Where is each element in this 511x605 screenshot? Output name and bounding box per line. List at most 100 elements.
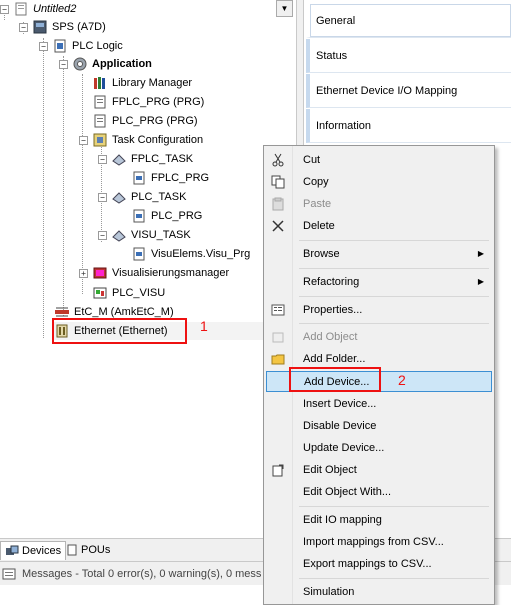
tree-label: PLC_PRG <box>151 210 203 222</box>
tree-node-plc-visu[interactable]: PLC_VISU <box>92 284 165 302</box>
menu-item-simulation[interactable]: Simulation <box>266 581 492 602</box>
visualization-icon <box>92 285 108 301</box>
tab-pous[interactable]: POUs <box>62 541 114 559</box>
menu-item-refactoring[interactable]: Refactoring ▶ <box>266 271 492 292</box>
menu-label: Properties... <box>303 303 363 316</box>
collapse-icon[interactable]: − <box>39 41 48 51</box>
menu-label: Update Device... <box>303 441 385 454</box>
menu-label: Browse <box>303 247 340 260</box>
menu-label: Paste <box>303 197 332 210</box>
tab-general[interactable]: General <box>306 4 511 38</box>
menu-item-add-folder[interactable]: Add Folder... <box>266 348 492 369</box>
task-icon <box>111 151 127 167</box>
tree-node-sps[interactable]: − SPS (A7D) <box>19 18 106 36</box>
collapse-icon[interactable]: − <box>59 59 68 69</box>
annotation-number-1: 1 <box>200 318 208 334</box>
tree-node-visu-task[interactable]: − VISU_TASK <box>98 226 191 244</box>
tab-label: POUs <box>81 544 111 556</box>
menu-item-edit-object-with[interactable]: Edit Object With... <box>266 481 492 502</box>
tab-ethernet-device-io-mapping[interactable]: Ethernet Device I/O Mapping <box>306 74 511 108</box>
menu-item-paste[interactable]: Paste <box>266 193 492 214</box>
tree-node-library-manager[interactable]: Library Manager <box>92 74 192 92</box>
tree-label: Untitled2 <box>33 3 77 15</box>
menu-item-browse[interactable]: Browse ▶ <box>266 243 492 264</box>
tab-information[interactable]: Information <box>306 109 511 143</box>
folder-icon <box>266 348 290 369</box>
properties-icon <box>266 299 290 320</box>
menu-separator <box>299 268 489 269</box>
collapse-icon[interactable]: − <box>98 192 107 202</box>
scissors-icon <box>266 149 290 170</box>
tree-node-fplc-prg-call[interactable]: FPLC_PRG <box>131 169 209 187</box>
tab-devices[interactable]: Devices <box>0 541 67 560</box>
annotation-number-2: 2 <box>398 372 406 388</box>
collapse-icon[interactable]: − <box>98 154 107 164</box>
pous-icon <box>66 544 78 556</box>
tree-node-plc-task[interactable]: − PLC_TASK <box>98 188 186 206</box>
menu-label: Delete <box>303 219 335 232</box>
visualization-manager-icon <box>92 265 108 281</box>
tab-label: Status <box>316 49 348 62</box>
tree-label: Visualisierungsmanager <box>112 267 230 279</box>
program-call-icon <box>131 208 147 224</box>
menu-item-edit-object[interactable]: Edit Object <box>266 459 492 480</box>
plc-logic-icon <box>52 38 68 54</box>
tree-node-visualisierungsmanager[interactable]: + Visualisierungsmanager <box>79 264 229 282</box>
annotation-box-2 <box>289 367 381 392</box>
menu-item-cut[interactable]: Cut <box>266 149 492 170</box>
menu-item-update-device[interactable]: Update Device... <box>266 437 492 458</box>
expand-icon[interactable]: + <box>79 268 88 278</box>
tree-node-plc-logic[interactable]: − PLC Logic <box>39 37 123 55</box>
tree-node-fplc-task[interactable]: − FPLC_TASK <box>98 150 193 168</box>
menu-item-properties[interactable]: Properties... <box>266 299 492 320</box>
menu-item-edit-io-mapping[interactable]: Edit IO mapping <box>266 509 492 530</box>
menu-label: Refactoring <box>303 275 360 288</box>
task-config-icon <box>92 132 108 148</box>
tree-label: SPS (A7D) <box>52 21 106 33</box>
plc-device-icon <box>32 19 48 35</box>
menu-item-export-mappings[interactable]: Export mappings to CSV... <box>266 553 492 574</box>
tree-node-visu-prg-call[interactable]: VisuElems.Visu_Prg <box>131 245 250 263</box>
menu-separator <box>299 240 489 241</box>
tree-node-task-configuration[interactable]: − Task Configuration <box>79 131 203 149</box>
tree-label: PLC_VISU <box>112 287 166 299</box>
collapse-icon[interactable]: − <box>0 4 9 14</box>
menu-label: Add Object <box>303 330 358 343</box>
menu-item-insert-device[interactable]: Insert Device... <box>266 393 492 414</box>
menu-separator <box>299 296 489 297</box>
menu-item-add-object[interactable]: Add Object <box>266 326 492 347</box>
tree-node-application[interactable]: − Application <box>59 55 152 73</box>
tab-status[interactable]: Status <box>306 39 511 73</box>
menu-item-delete[interactable]: Delete <box>266 215 492 236</box>
tree-node-plc-prg[interactable]: PLC_PRG (PRG) <box>92 112 198 130</box>
menu-item-import-mappings[interactable]: Import mappings from CSV... <box>266 531 492 552</box>
tab-label: General <box>316 14 356 27</box>
collapse-icon[interactable]: − <box>19 22 28 32</box>
tree-label: FPLC_PRG (PRG) <box>112 96 205 108</box>
tree-node-fplc-prg[interactable]: FPLC_PRG (PRG) <box>92 93 204 111</box>
menu-item-copy[interactable]: Copy <box>266 171 492 192</box>
tree-node-plc-prg-call[interactable]: PLC_PRG <box>131 207 202 225</box>
tab-label: Devices <box>22 545 62 557</box>
menu-label: Add Folder... <box>303 352 366 365</box>
edit-object-icon <box>266 459 290 480</box>
tab-label: Information <box>316 119 372 132</box>
messages-text: Messages - Total 0 error(s), 0 warning(s… <box>22 568 262 580</box>
menu-item-disable-device[interactable]: Disable Device <box>266 415 492 436</box>
tree-label: EtC_M (AmkEtC_M) <box>74 306 174 318</box>
collapse-icon[interactable]: − <box>79 135 88 145</box>
collapse-icon[interactable]: − <box>98 230 107 240</box>
library-books-icon <box>92 75 108 91</box>
tree-node-project[interactable]: − Untitled2 <box>0 0 76 18</box>
tab-label: Ethernet Device I/O Mapping <box>316 84 458 97</box>
tree-label: PLC_TASK <box>131 191 187 203</box>
messages-icon <box>2 568 16 580</box>
tree-label: FPLC_PRG <box>151 172 210 184</box>
dropdown-arrow-icon[interactable]: ▼ <box>276 0 293 17</box>
gear-icon <box>72 56 88 72</box>
menu-label: Cut <box>303 153 321 166</box>
submenu-arrow-icon: ▶ <box>477 277 484 286</box>
menu-label: Edit IO mapping <box>303 513 382 526</box>
tree-label: VisuElems.Visu_Prg <box>151 248 251 260</box>
task-icon <box>111 189 127 205</box>
